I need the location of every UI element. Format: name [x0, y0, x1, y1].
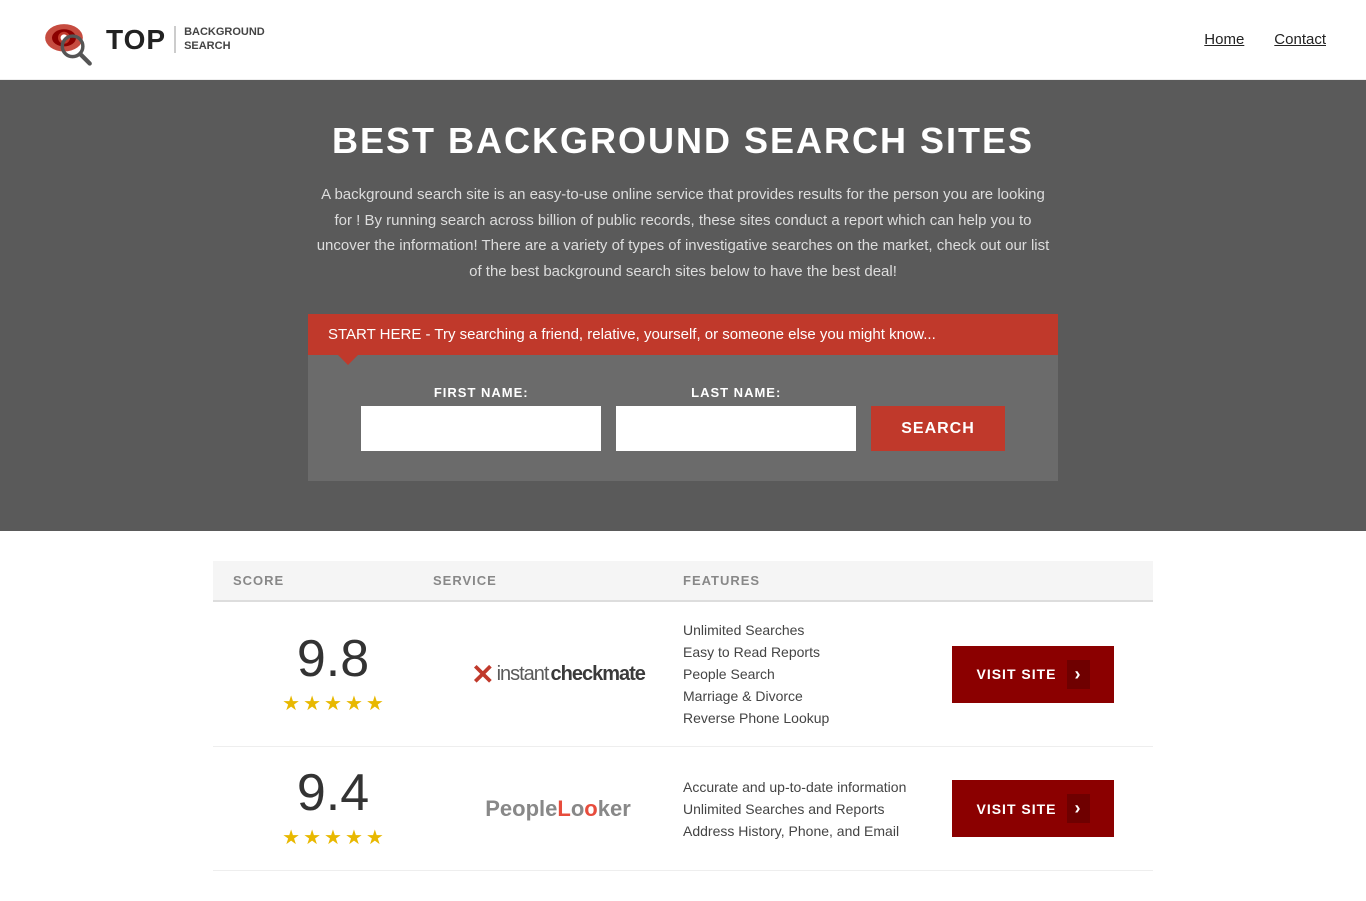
feature-1-4: Reverse Phone Lookup — [683, 710, 933, 726]
features-cell-2: Accurate and up-to-date information Unli… — [683, 779, 933, 839]
star-5: ★ — [366, 691, 384, 716]
visit-cell-2: VISIT SITE › — [933, 780, 1133, 837]
star-2: ★ — [303, 691, 321, 716]
star2-5: ★ — [366, 825, 384, 850]
results-section: SCORE SERVICE FEATURES 9.8 ★ ★ ★ ★ ★ ✕ i… — [193, 561, 1173, 871]
feature-1-0: Unlimited Searches — [683, 622, 933, 638]
star-4: ★ — [345, 691, 363, 716]
feature-1-3: Marriage & Divorce — [683, 688, 933, 704]
visit-button-1[interactable]: VISIT SITE › — [952, 646, 1113, 703]
peoplelooker-logo: PeopleLooker — [485, 795, 631, 823]
last-name-input[interactable] — [616, 406, 856, 451]
nav-contact[interactable]: Contact — [1274, 31, 1326, 48]
table-row: 9.4 ★ ★ ★ ★ ★ PeopleLooker Accurate and … — [213, 747, 1153, 871]
first-name-label: FIRST NAME: — [361, 385, 601, 400]
checkmate-text: instant — [497, 663, 549, 686]
looker-text: L — [557, 796, 570, 821]
logo: TOP BACKGROUND SEARCH — [40, 12, 265, 67]
service-cell-1: ✕ instant checkmate — [433, 658, 683, 691]
star-1: ★ — [282, 691, 300, 716]
visit-button-2[interactable]: VISIT SITE › — [952, 780, 1113, 837]
col-action — [933, 573, 1133, 588]
search-banner: START HERE - Try searching a friend, rel… — [308, 314, 1058, 355]
visit-cell-1: VISIT SITE › — [933, 646, 1133, 703]
service-cell-2: PeopleLooker — [433, 795, 683, 823]
features-cell-1: Unlimited Searches Easy to Read Reports … — [683, 622, 933, 726]
first-name-input[interactable] — [361, 406, 601, 451]
stars-2: ★ ★ ★ ★ ★ — [282, 825, 384, 850]
checkmate-x-icon: ✕ — [471, 658, 494, 691]
logo-top-text: TOP — [106, 24, 166, 56]
hero-description: A background search site is an easy-to-u… — [313, 182, 1053, 284]
last-name-field: LAST NAME: — [616, 385, 856, 451]
last-name-label: LAST NAME: — [616, 385, 856, 400]
col-features: FEATURES — [683, 573, 933, 588]
site-header: TOP BACKGROUND SEARCH Home Contact — [0, 0, 1366, 80]
ooker-rest: o — [571, 796, 584, 821]
feature-2-1: Unlimited Searches and Reports — [683, 801, 933, 817]
table-header: SCORE SERVICE FEATURES — [213, 561, 1153, 602]
stars-1: ★ ★ ★ ★ ★ — [282, 691, 384, 716]
first-name-field: FIRST NAME: — [361, 385, 601, 451]
checkmate-logo: ✕ instant checkmate — [471, 658, 645, 691]
search-button[interactable]: SEARCH — [871, 406, 1005, 451]
looker-o2: o — [584, 796, 597, 821]
score-cell-1: 9.8 ★ ★ ★ ★ ★ — [233, 633, 433, 716]
star-3: ★ — [324, 691, 342, 716]
score-2: 9.4 — [297, 767, 369, 819]
star2-2: ★ — [303, 825, 321, 850]
nav-home[interactable]: Home — [1204, 31, 1244, 48]
logo-sub-text: BACKGROUND SEARCH — [174, 26, 265, 52]
star2-4: ★ — [345, 825, 363, 850]
people-text: People — [485, 796, 557, 821]
arrow-icon-2: › — [1067, 794, 1090, 823]
hero-section: BEST BACKGROUND SEARCH SITES A backgroun… — [0, 80, 1366, 531]
score-cell-2: 9.4 ★ ★ ★ ★ ★ — [233, 767, 433, 850]
star2-3: ★ — [324, 825, 342, 850]
feature-2-2: Address History, Phone, and Email — [683, 823, 933, 839]
hero-title: BEST BACKGROUND SEARCH SITES — [20, 120, 1346, 162]
logo-icon — [40, 12, 100, 67]
feature-1-2: People Search — [683, 666, 933, 682]
table-row: 9.8 ★ ★ ★ ★ ★ ✕ instant checkmate Unlimi… — [213, 602, 1153, 747]
arrow-icon-1: › — [1067, 660, 1090, 689]
search-form: FIRST NAME: LAST NAME: SEARCH — [308, 355, 1058, 481]
score-1: 9.8 — [297, 633, 369, 685]
checkmate-brand: checkmate — [551, 663, 645, 686]
main-nav: Home Contact — [1204, 31, 1326, 48]
col-service: SERVICE — [433, 573, 683, 588]
col-score: SCORE — [233, 573, 433, 588]
star2-1: ★ — [282, 825, 300, 850]
feature-1-1: Easy to Read Reports — [683, 644, 933, 660]
feature-2-0: Accurate and up-to-date information — [683, 779, 933, 795]
